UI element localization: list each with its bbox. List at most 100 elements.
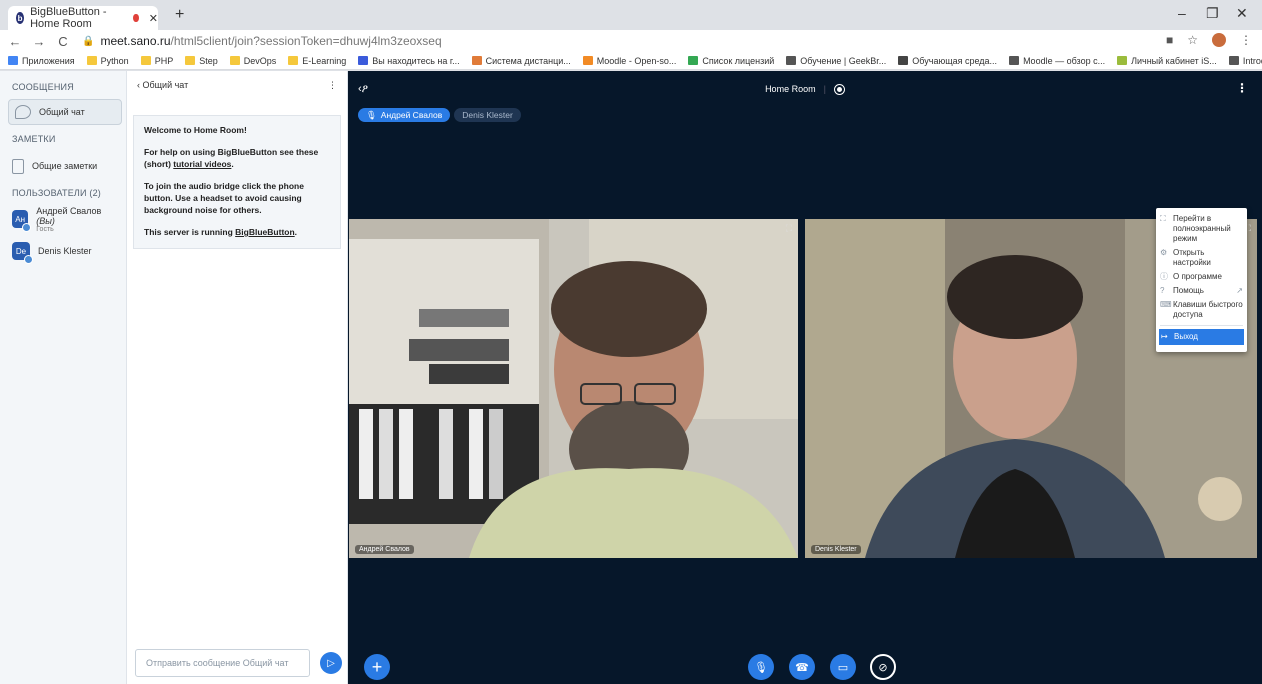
- toggle-userlist-icon[interactable]: ‹ዖ: [358, 83, 368, 96]
- users-section-title: ПОЛЬЗОВАТЕЛИ (2): [12, 188, 101, 198]
- bookmark-icon: [1009, 56, 1020, 65]
- public-chat-label: Общий чат: [39, 107, 85, 117]
- webcam-button[interactable]: ▭: [830, 654, 856, 680]
- bookmark-icon: [86, 56, 97, 65]
- help-icon: ?: [1160, 286, 1165, 295]
- bookmark-label: Introduction to Pac...: [1242, 55, 1262, 66]
- user-item[interactable]: De Denis Klester: [0, 235, 126, 267]
- actions-add-button[interactable]: +: [364, 654, 390, 680]
- bookmark-item[interactable]: Личный кабинет iS...: [1117, 56, 1217, 66]
- screen-share-button[interactable]: ⊘: [870, 654, 896, 680]
- phone-button[interactable]: ☎: [789, 654, 815, 680]
- public-chat-item[interactable]: Общий чат: [8, 99, 122, 125]
- tab-title: BigBlueButton - Home Room: [30, 6, 107, 30]
- bookmark-item[interactable]: Список лицензий: [688, 56, 774, 66]
- keyboard-icon: ⌨: [1160, 300, 1172, 309]
- browser-tab[interactable]: b BigBlueButton - Home Room ✕: [8, 6, 158, 30]
- bookmark-item[interactable]: PHP: [140, 56, 173, 66]
- forward-icon[interactable]: →: [30, 34, 48, 49]
- bbb-app: СООБЩЕНИЯ Общий чат ЗАМЕТКИ Общие заметк…: [0, 71, 1262, 684]
- bookmark-label: Обучение | GeekBr...: [800, 55, 887, 66]
- about-menu-item[interactable]: ⓘ О программе: [1156, 270, 1247, 284]
- restore-icon[interactable]: ❐: [1206, 5, 1219, 22]
- main-stage: ‹ዖ Home Room | ⋮ 🎙 Андрей Свалов Denis K…: [348, 71, 1262, 684]
- bookmark-icon: [288, 56, 299, 65]
- bookmark-item[interactable]: Python: [86, 56, 129, 66]
- window-close-icon[interactable]: ✕: [1236, 5, 1248, 22]
- bookmark-label: Личный кабинет iS...: [1131, 55, 1217, 66]
- chat-message-input[interactable]: Отправить сообщение Общий чат: [135, 649, 310, 677]
- bookmark-item[interactable]: E-Learning: [288, 56, 346, 66]
- chat-back-button[interactable]: ‹ Общий чат: [137, 80, 188, 90]
- user-you-label: (Вы): [36, 215, 55, 226]
- bookmark-item[interactable]: DevOps: [229, 56, 276, 66]
- microphone-button[interactable]: 🎙: [748, 654, 774, 680]
- logout-menu-item[interactable]: ↦ Выход: [1159, 329, 1244, 345]
- browser-menu-icon[interactable]: ⋮: [1240, 33, 1252, 47]
- bookmark-star-icon[interactable]: ☆: [1187, 33, 1198, 47]
- room-title: Home Room: [765, 84, 816, 94]
- bookmark-item[interactable]: Introduction to Pac...: [1228, 55, 1262, 66]
- chat-options-icon[interactable]: ⋮: [328, 80, 337, 91]
- back-icon[interactable]: ←: [6, 34, 24, 49]
- address-bar[interactable]: 🔒 meet.sano.ru/html5client/join?sessionT…: [82, 34, 442, 48]
- help-menu-item[interactable]: ? Помощь ↗: [1156, 284, 1247, 298]
- chat-header: ‹ Общий чат ⋮: [127, 71, 347, 99]
- minimize-icon[interactable]: –: [1178, 5, 1186, 21]
- lock-icon: 🔒: [82, 35, 95, 47]
- user-item[interactable]: Ан Андрей Свалов (Вы) Гость: [0, 203, 126, 235]
- bookmark-item[interactable]: Moodle - Open-so...: [582, 56, 676, 66]
- bookmark-icon: [185, 56, 196, 65]
- profile-avatar[interactable]: [1212, 33, 1226, 47]
- bookmark-item[interactable]: Step: [185, 56, 218, 66]
- bookmark-item[interactable]: Система дистанци...: [471, 56, 571, 66]
- bookmark-item[interactable]: Обучение | GeekBr...: [786, 56, 886, 66]
- url-path: /html5client/join?sessionToken=dhuwj4lm3…: [170, 34, 442, 48]
- shared-notes-item[interactable]: Общие заметки: [0, 149, 126, 183]
- video-tile[interactable]: ⛶ Андрей Свалов: [349, 219, 798, 558]
- tutorial-videos-link[interactable]: tutorial videos: [173, 159, 231, 169]
- bookmark-item[interactable]: Обучающая среда...: [898, 56, 997, 66]
- bookmark-icon: [1228, 56, 1239, 65]
- fullscreen-menu-item[interactable]: ⛶ Перейти в полноэкранный режим: [1156, 212, 1247, 246]
- notes-section-title: ЗАМЕТКИ: [12, 134, 56, 144]
- bookmark-label: Step: [199, 55, 218, 66]
- video-name-tag: Denis Klester: [811, 545, 861, 554]
- settings-menu-item[interactable]: ⚙ Открыть настройки: [1156, 246, 1247, 270]
- bookmark-label: E-Learning: [302, 55, 347, 66]
- bookmark-item[interactable]: Moodle — обзор с...: [1009, 56, 1105, 66]
- talker-pill: 🎙 Андрей Свалов: [358, 108, 451, 122]
- reload-icon[interactable]: C: [54, 34, 72, 49]
- notes-icon: [12, 158, 24, 174]
- bookmark-icon: [1117, 56, 1128, 65]
- recording-icon[interactable]: [833, 83, 845, 95]
- bookmarks-bar: Приложения Python PHP Step DevOps E-Learning В…: [0, 52, 1262, 70]
- bookmark-icon: [229, 56, 240, 65]
- browser-toolbar: ← → C 🔒 meet.sano.ru/html5client/join?se…: [0, 30, 1262, 52]
- tab-close-icon[interactable]: ✕: [149, 12, 158, 25]
- chat-icon: [15, 105, 31, 119]
- options-menu-icon[interactable]: ⋮: [1236, 81, 1248, 95]
- options-dropdown: ⛶ Перейти в полноэкранный режим ⚙ Открыть …: [1156, 208, 1247, 352]
- mic-status-icon: [22, 223, 32, 232]
- bookmark-icon: [582, 56, 593, 65]
- messages-section-title: СООБЩЕНИЯ: [12, 82, 74, 92]
- bookmark-icon: [688, 56, 699, 65]
- shortcuts-menu-item[interactable]: ⌨ Клавиши быстрого доступа: [1156, 298, 1247, 322]
- bookmark-item[interactable]: Вы находитесь на г...: [358, 56, 460, 66]
- talking-indicators: 🎙 Андрей Свалов Denis Klester: [358, 108, 521, 122]
- send-message-button[interactable]: ▷: [320, 652, 342, 674]
- bbb-link[interactable]: BigBlueButton: [235, 227, 295, 237]
- new-tab-button[interactable]: +: [175, 6, 184, 24]
- camera-permission-icon[interactable]: ■: [1166, 33, 1173, 47]
- recording-indicator-icon: [133, 14, 139, 22]
- bookmark-icon: [140, 56, 151, 65]
- bookmark-item[interactable]: Приложения: [8, 56, 75, 66]
- menu-divider: [1160, 325, 1243, 326]
- user-role: Гость: [36, 225, 54, 233]
- bookmark-label: Moodle — обзор с...: [1023, 55, 1106, 66]
- fullscreen-icon: ⛶: [1160, 214, 1166, 223]
- bookmark-icon: [471, 56, 482, 65]
- expand-video-icon[interactable]: ⛶: [786, 223, 792, 234]
- bbb-favicon-icon: b: [16, 12, 25, 24]
